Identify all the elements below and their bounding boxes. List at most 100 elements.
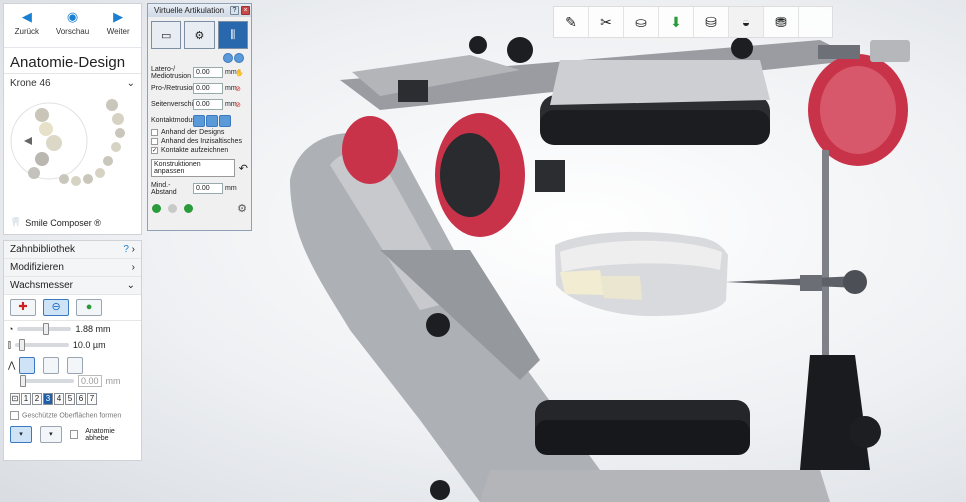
- tooth-number-button[interactable]: 6: [76, 393, 86, 405]
- wax-knife-row[interactable]: Wachsmesser ⌄: [4, 277, 141, 295]
- left-panel: ◀ Zurück ◉ Vorschau ▶ Weiter Anatomie-Desig…: [3, 3, 142, 235]
- modify-row[interactable]: Modifizieren ›: [4, 259, 141, 277]
- wax-tools: ✚ ⊖ ●: [4, 295, 141, 321]
- tooth-icon: 🦷: [10, 217, 22, 227]
- articulator-view-button[interactable]: ▭: [151, 21, 182, 49]
- cut-icon[interactable]: ✂: [589, 7, 624, 37]
- tooth-selector[interactable]: Krone 46 ⌄: [4, 74, 141, 93]
- profile-icon: ⋀: [8, 359, 16, 370]
- tooth-number-button[interactable]: 4: [54, 393, 64, 405]
- option-designs[interactable]: Anhand der Designs: [148, 128, 251, 137]
- size-slider-row: ◔ 1.88 mm: [8, 323, 111, 335]
- tooth-number-button[interactable]: 5: [65, 393, 75, 405]
- settings-button[interactable]: ⚙: [184, 21, 215, 49]
- protected-surfaces-option[interactable]: Geschützte Oberflächen formen: [4, 409, 141, 422]
- 3d-viewport[interactable]: [0, 0, 966, 502]
- size-slider[interactable]: [17, 323, 72, 335]
- arrow-buttons: [148, 53, 251, 64]
- crown-white-icon[interactable]: ◒: [729, 7, 764, 37]
- crown-top-icon[interactable]: ⛁: [694, 7, 729, 37]
- preview-button[interactable]: ◉ Vorschau: [50, 4, 96, 47]
- tooth-number-buttons: ⊡ 1 2 3 4 5 6 7: [4, 389, 141, 409]
- contact-mode-row: Kontaktmodus: [148, 113, 251, 128]
- page-title: Anatomie-Design: [4, 48, 141, 74]
- adjust-constructions-button[interactable]: Konstruktionen anpassen: [151, 159, 235, 177]
- movement-button[interactable]: ⫼: [217, 21, 248, 49]
- close-icon[interactable]: ×: [241, 6, 250, 15]
- latero-field: Latero-/ Mediotrusion 0.00 mm ✋: [151, 65, 244, 80]
- undo-icon[interactable]: ↶: [239, 162, 248, 175]
- crown-side-icon[interactable]: ⛃: [764, 7, 799, 37]
- chevron-down-icon: ⌄: [126, 78, 135, 89]
- min-distance-field: Mind.-Abstand 0.00 mm: [151, 181, 237, 196]
- radius-icon: ◔: [8, 324, 14, 334]
- add-wax-button[interactable]: ✚: [10, 299, 36, 316]
- shape-tools: ⋀: [4, 356, 141, 374]
- remove-wax-button[interactable]: ⊖: [43, 299, 70, 316]
- tool-panel: Zahnbibliothek? › Modifizieren › Wachsmes…: [3, 240, 142, 461]
- eye-icon: ◉: [66, 9, 79, 24]
- rotate-left-button[interactable]: [223, 53, 233, 63]
- next-button[interactable]: ▶ Weiter: [95, 4, 141, 47]
- tool-dropdown-1[interactable]: ▾: [10, 426, 32, 443]
- blank-slider-row: 0.00 mm: [4, 373, 141, 389]
- gear-icon[interactable]: ⚙: [237, 202, 247, 215]
- tooth-number-button[interactable]: 2: [32, 393, 42, 405]
- tooth-chart[interactable]: [4, 93, 141, 203]
- construct-row: Konstruktionen anpassen ↶: [148, 155, 251, 177]
- contact-mode-3[interactable]: [219, 114, 231, 127]
- crown-icon[interactable]: ⛀: [624, 7, 659, 37]
- tool-dropdown-2[interactable]: ▾: [39, 426, 62, 443]
- gear-icon: ⚙: [194, 29, 205, 42]
- drop-icon: ●: [85, 301, 93, 313]
- tooth-number-button[interactable]: 1: [21, 393, 31, 405]
- playback-controls: ⚙: [148, 196, 251, 215]
- stop-icon[interactable]: ⊘: [235, 85, 241, 93]
- option-incisal[interactable]: Anhand des Inzisaltisches: [148, 137, 251, 146]
- crown-46: [560, 270, 605, 295]
- dialog-title: Virtuelle Artikulation ? ×: [148, 4, 251, 17]
- anatomy-row: ▾ ▾ Anatomie abhebe: [4, 422, 141, 447]
- help-icon[interactable]: ?: [230, 6, 239, 15]
- shape-button-2[interactable]: [43, 356, 60, 374]
- reset-icon[interactable]: [184, 204, 193, 213]
- contact-mode-1[interactable]: [193, 114, 205, 127]
- lock-icon[interactable]: ⊡: [10, 393, 20, 405]
- shape-button-3[interactable]: [67, 356, 84, 374]
- scan-icon[interactable]: ✎: [554, 7, 589, 37]
- play-icon[interactable]: [152, 204, 161, 213]
- anatomy-checkbox[interactable]: [69, 430, 79, 439]
- articulator-scene[interactable]: [0, 0, 966, 502]
- mode-buttons: ▭ ⚙ ⫼: [148, 17, 251, 53]
- side-shift-field: Seitenverschie 0.00 mm ⊘: [151, 99, 241, 110]
- tooth-library-row[interactable]: Zahnbibliothek? ›: [4, 241, 141, 259]
- green-arrow-icon[interactable]: ⬇: [659, 7, 694, 37]
- tooth-number-button[interactable]: 3: [43, 393, 53, 405]
- workflow-toolbar: ✎ ✂ ⛀ ⬇ ⛁ ◒ ⛃: [553, 6, 833, 38]
- thickness-icon: ⫿: [8, 339, 11, 350]
- pillars-icon: ⫼: [230, 28, 236, 41]
- hand-icon[interactable]: ✋: [235, 69, 244, 77]
- tooth-number-button[interactable]: 7: [87, 393, 97, 405]
- nav-buttons: ◀ Zurück ◉ Vorschau ▶ Weiter: [4, 4, 141, 48]
- chevron-down-icon: ⌄: [126, 280, 135, 291]
- smooth-wax-button[interactable]: ●: [76, 299, 103, 316]
- pause-icon[interactable]: [168, 204, 177, 213]
- blank-slider[interactable]: [20, 375, 74, 387]
- thickness-slider[interactable]: [14, 339, 69, 351]
- back-button[interactable]: ◀ Zurück: [4, 4, 50, 47]
- shape-button-1[interactable]: [19, 356, 36, 374]
- thickness-slider-row: ⫿ 10.0 µm: [8, 339, 106, 351]
- articulation-dialog: Virtuelle Artikulation ? × ▭ ⚙ ⫼ Latero-…: [147, 3, 252, 231]
- contact-mode-2[interactable]: [206, 114, 218, 127]
- smile-composer[interactable]: 🦷 Smile Composer ®: [10, 217, 101, 228]
- articulator-icon: ▭: [160, 29, 172, 42]
- arrow-right-icon: ▶: [113, 9, 124, 24]
- chevron-right-icon: ›: [131, 244, 135, 255]
- arrow-left-icon: ◀: [21, 9, 32, 24]
- stop-icon[interactable]: ⊘: [235, 101, 241, 109]
- checkbox[interactable]: [10, 411, 19, 420]
- help-icon[interactable]: ?: [123, 244, 129, 255]
- rotate-right-button[interactable]: [234, 53, 244, 63]
- option-record-contacts[interactable]: ✓ Kontakte aufzeichnen: [148, 146, 251, 155]
